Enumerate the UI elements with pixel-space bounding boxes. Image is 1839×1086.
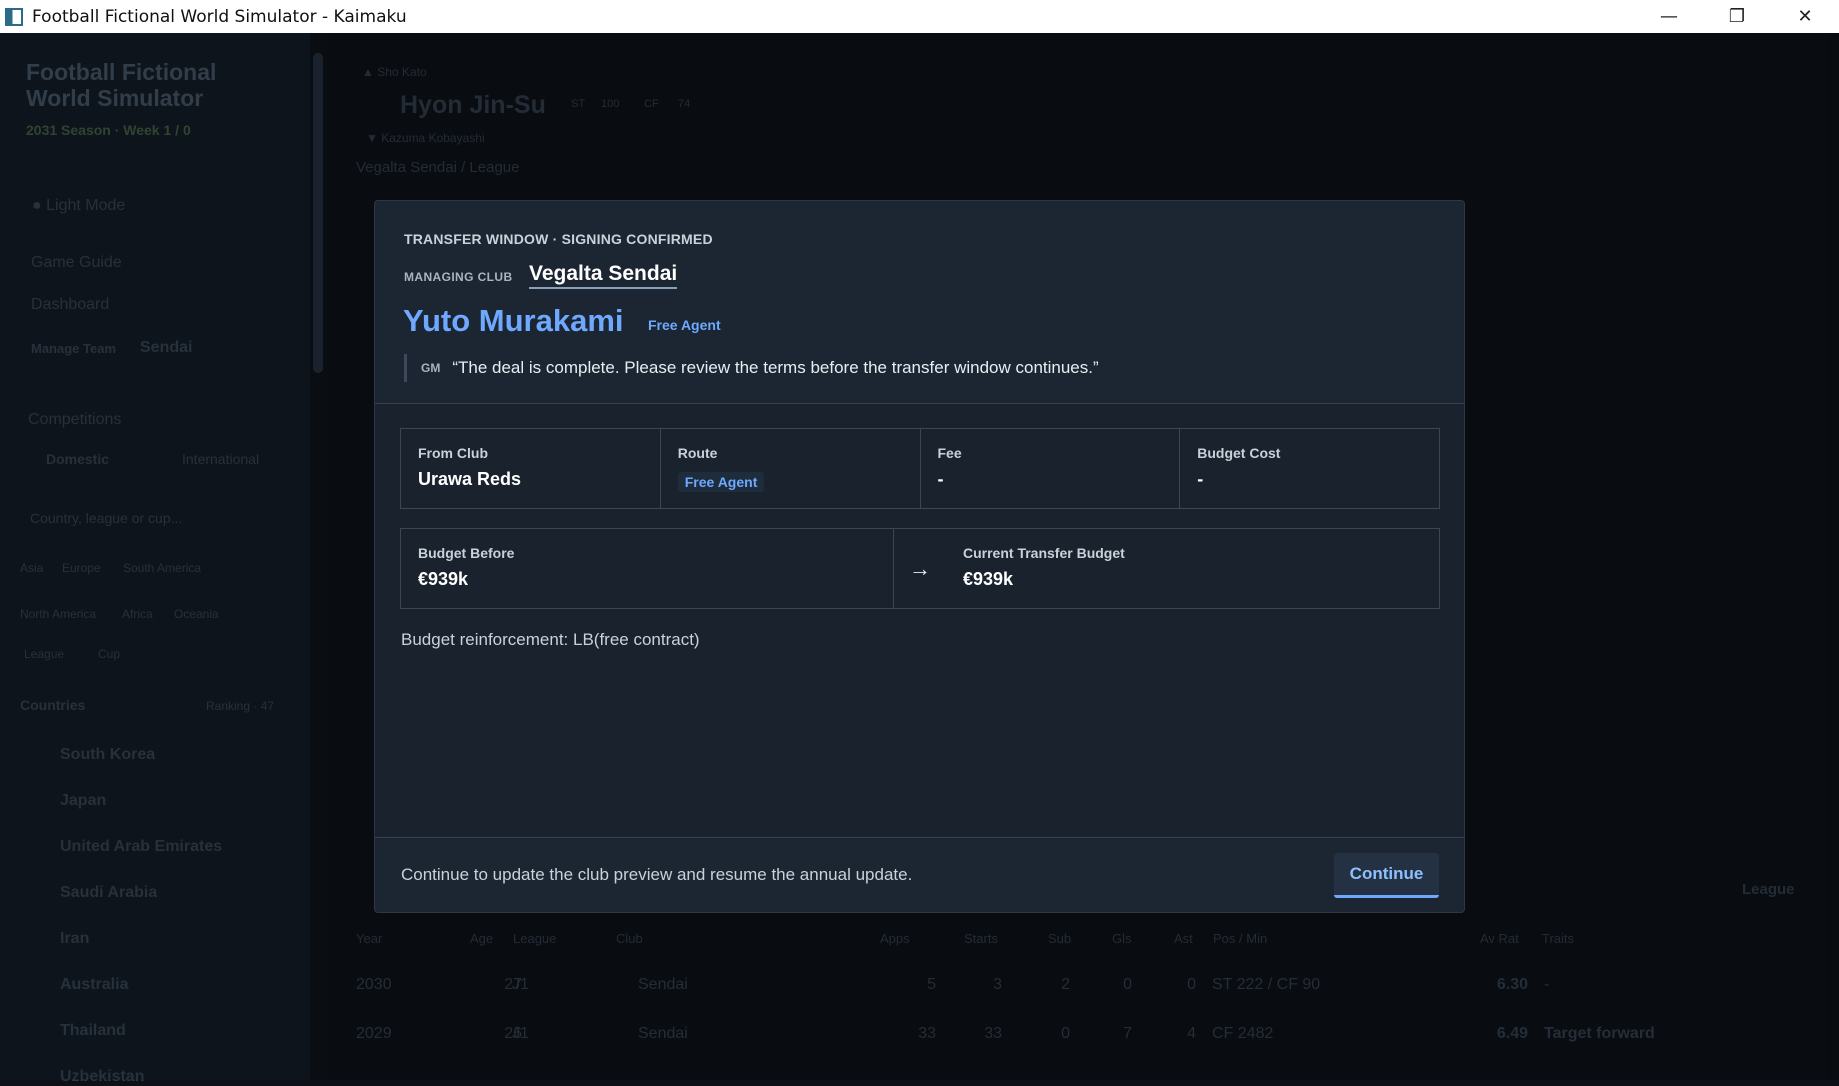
gm-quote: GM “The deal is complete. Please review … [404, 354, 1099, 382]
current-budget-value: €939k [963, 569, 1014, 589]
from-club-value: Urawa Reds [418, 469, 522, 489]
app-icon [5, 7, 23, 26]
current-budget-cell: Current Transfer Budget €939k [946, 529, 1439, 608]
budget-before-value: €939k [418, 569, 469, 589]
managing-club-name: Vegalta Sendai [529, 262, 678, 289]
restore-button[interactable]: ❐ [1703, 0, 1771, 33]
signed-player-name: Yuto Murakami [403, 303, 624, 338]
gm-label: GM [421, 361, 441, 375]
transfer-details-grid: From Club Urawa Reds Route Free Agent Fe… [400, 428, 1440, 509]
budget-cost-label: Budget Cost [1197, 445, 1281, 461]
arrow-right-icon: → [909, 555, 931, 581]
window-title: Football Fictional World Simulator - Kai… [32, 6, 407, 27]
continue-button[interactable]: Continue [1334, 853, 1439, 898]
fee-label: Fee [937, 445, 962, 461]
signing-confirmed-dialog: TRANSFER WINDOW · SIGNING CONFIRMED MANA… [374, 200, 1465, 913]
route-cell: Route Free Agent [661, 429, 921, 508]
close-button[interactable]: ✕ [1771, 0, 1839, 33]
fee-value: - [937, 469, 944, 489]
route-label: Route [677, 445, 718, 461]
window-titlebar: Football Fictional World Simulator - Kai… [0, 0, 1839, 33]
footer-message: Continue to update the club preview and … [401, 865, 913, 884]
gm-quote-text: “The deal is complete. Please review the… [452, 358, 1099, 377]
fee-cell: Fee - [921, 429, 1181, 508]
budget-cost-value: - [1197, 469, 1204, 489]
budget-change-grid: Budget Before €939k → Current Transfer B… [400, 528, 1440, 609]
minimize-button[interactable]: — [1635, 0, 1703, 33]
current-budget-label: Current Transfer Budget [963, 545, 1125, 561]
budget-before-cell: Budget Before €939k [401, 529, 894, 608]
dialog-footer: Continue to update the club preview and … [375, 837, 1464, 912]
route-value: Free Agent [677, 472, 765, 492]
from-club-label: From Club [418, 445, 488, 461]
dialog-header: TRANSFER WINDOW · SIGNING CONFIRMED MANA… [375, 201, 1464, 404]
player-status-tag: Free Agent [648, 317, 721, 333]
budget-cost-cell: Budget Cost - [1180, 429, 1439, 508]
from-club-cell: From Club Urawa Reds [401, 429, 661, 508]
dialog-kicker: TRANSFER WINDOW · SIGNING CONFIRMED [404, 231, 713, 247]
managing-club-label: MANAGING CLUB [404, 270, 513, 284]
budget-before-label: Budget Before [418, 545, 515, 561]
budget-reinforcement-note: Budget reinforcement: LB(free contract) [401, 630, 700, 649]
